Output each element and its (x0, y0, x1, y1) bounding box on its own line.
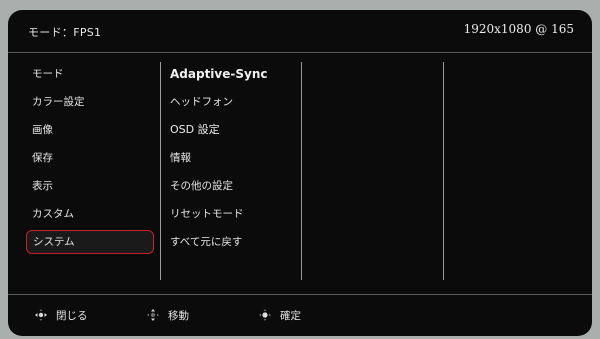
current-mode-label: モード：FPS1 (28, 26, 102, 39)
system-submenu: Adaptive-Sync ヘッドフォン OSD 設定 情報 その他の設定 リセ… (170, 60, 296, 256)
column-divider-2 (301, 62, 302, 280)
menu-item-system[interactable]: システム (26, 230, 154, 254)
osd-footer: 閉じる 移動 確定 (8, 295, 592, 336)
osd-panel: モード：FPS1 1920x1080 @ 165 モード カラー設定 画像 保存… (8, 10, 592, 336)
osd-header: モード：FPS1 1920x1080 @ 165 (8, 10, 592, 50)
dpad-left-right-icon (35, 309, 47, 321)
submenu-item-reset-mode[interactable]: リセットモード (170, 200, 296, 228)
menu-item-picture[interactable]: 画像 (26, 116, 154, 144)
menu-item-mode[interactable]: モード (26, 60, 154, 88)
resolution-readout: 1920x1080 @ 165 (463, 22, 574, 36)
submenu-item-information[interactable]: 情報 (170, 144, 296, 172)
dpad-center-icon (259, 309, 271, 321)
confirm-label: 確定 (280, 309, 301, 322)
confirm-hint[interactable]: 確定 (258, 307, 301, 323)
dpad-up-down-icon (147, 309, 159, 321)
submenu-item-adaptive-sync[interactable]: Adaptive-Sync (170, 60, 296, 88)
menu-item-color-settings[interactable]: カラー設定 (26, 88, 154, 116)
main-menu: モード カラー設定 画像 保存 表示 カスタム システム (26, 60, 154, 254)
close-label: 閉じる (56, 309, 88, 322)
column-divider-3 (443, 62, 444, 280)
submenu-item-reset-all[interactable]: すべて元に戻す (170, 228, 296, 256)
submenu-item-other-settings[interactable]: その他の設定 (170, 172, 296, 200)
menu-item-custom[interactable]: カスタム (26, 200, 154, 228)
column-divider-1 (160, 62, 161, 280)
submenu-item-osd-settings[interactable]: OSD 設定 (170, 116, 296, 144)
move-hint[interactable]: 移動 (146, 307, 189, 323)
header-divider (8, 52, 592, 53)
menu-item-save[interactable]: 保存 (26, 144, 154, 172)
close-hint[interactable]: 閉じる (34, 307, 88, 323)
menu-item-display[interactable]: 表示 (26, 172, 154, 200)
move-label: 移動 (168, 309, 189, 322)
submenu-item-headphone[interactable]: ヘッドフォン (170, 88, 296, 116)
